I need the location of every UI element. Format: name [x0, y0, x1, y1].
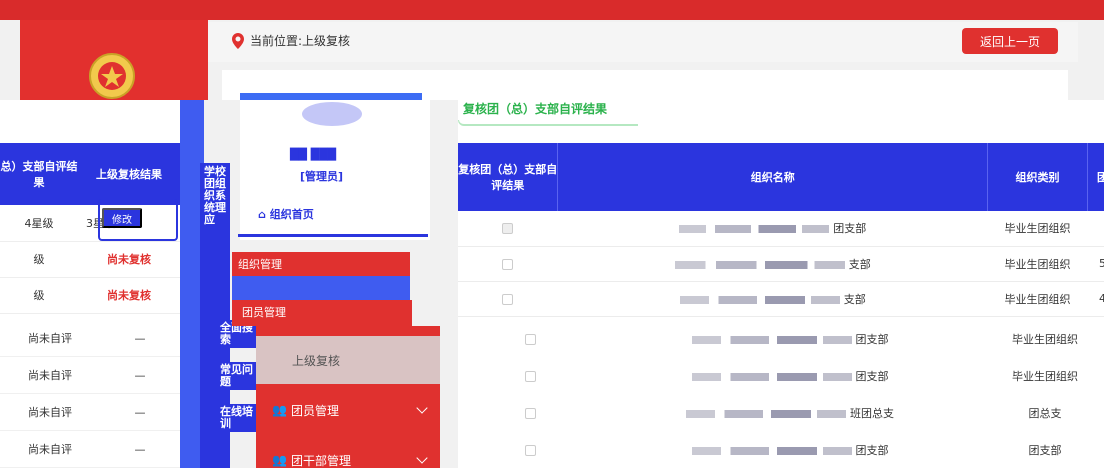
org-category: 毕业生团组织: [1012, 369, 1078, 383]
col-header-org-type: 组织类别: [987, 143, 1088, 211]
menu-item-cadres[interactable]: 👥 团干部管理: [256, 438, 440, 468]
blurred-name: [691, 446, 852, 455]
self-eval: 级: [0, 241, 78, 278]
table-row: 支部 毕业生团组织 4: [458, 281, 1104, 317]
row-checkbox[interactable]: [524, 333, 536, 345]
lower-table-rows: 团支部 毕业生团组织 团支部 毕业生团组织 班团总支 团总支 团支部 团支部: [470, 320, 1104, 468]
chevron-down-icon: [416, 402, 428, 414]
org-name: 团支部: [833, 222, 867, 236]
review-result: —: [134, 331, 146, 345]
org-name: 团支部: [855, 332, 889, 346]
blurred-name: [679, 295, 840, 304]
self-eval: 尚未自评: [28, 443, 72, 456]
row-checkbox[interactable]: [502, 223, 514, 235]
org-home-link[interactable]: ⌂ 组织首页: [258, 206, 314, 222]
table-row: 尚未自评 —: [0, 357, 180, 394]
table-row: 尚未自评 —: [0, 394, 180, 431]
org-home-label: 组织首页: [269, 208, 314, 221]
people-icon: 👥: [272, 453, 287, 467]
tab-review-results[interactable]: 复核团（总）支部自评结果: [463, 100, 607, 117]
org-name: 团支部: [855, 443, 889, 457]
blurred-name: [686, 409, 846, 418]
col-header-org-name: 组织名称: [557, 143, 989, 211]
table-row: 团支部 毕业生团组织: [470, 320, 1104, 357]
org-extra: 4: [1087, 281, 1104, 317]
col-header-review: 上级复核结果: [78, 143, 180, 205]
blurred-name: [691, 335, 852, 344]
top-bar: [0, 0, 1104, 20]
menu-item-current[interactable]: 上级复核: [256, 336, 440, 384]
breadcrumb: 当前位置:上级复核: [232, 32, 350, 49]
table-row: 级 尚未复核: [0, 241, 180, 278]
home-icon: ⌂: [258, 208, 270, 221]
edit-button[interactable]: 修改: [102, 208, 142, 228]
menu-item-label: 团员管理: [290, 403, 339, 418]
row-checkbox[interactable]: [502, 258, 514, 270]
blurred-name: [679, 225, 830, 234]
review-result: —: [134, 442, 146, 456]
blurred-name: [691, 372, 852, 381]
tab-underline: [458, 120, 638, 126]
review-result: —: [134, 405, 146, 419]
org-category: 毕业生团组织: [1012, 332, 1078, 346]
menu-item-member-manage[interactable]: 团员管理: [232, 300, 412, 326]
col-header-self-eval: 总）支部自评结果: [0, 143, 78, 205]
back-button[interactable]: 返回上一页: [962, 28, 1058, 54]
org-category: 毕业生团组织: [987, 246, 1088, 282]
self-eval: 尚未自评: [28, 406, 72, 419]
row-checkbox[interactable]: [524, 407, 536, 419]
side-shortcuts: 全面搜索 常见问题 在线培训: [218, 320, 258, 446]
shortcut-faq[interactable]: 常见问题: [218, 362, 258, 390]
row-checkbox[interactable]: [524, 444, 536, 456]
table-row: 尚未自评 —: [0, 320, 180, 357]
table-row: 级 尚未复核: [0, 277, 180, 314]
org-category: 毕业生团组织: [987, 211, 1088, 247]
org-category: 团支部: [1028, 443, 1062, 457]
table-row: 团支部 毕业生团组织: [470, 357, 1104, 394]
menu-item-org-manage[interactable]: 组织管理: [232, 252, 410, 276]
table-row: 支部 毕业生团组织 5: [458, 246, 1104, 282]
col-header-review: 复核团（总）支部自评结果: [458, 143, 559, 211]
review-result: —: [134, 368, 146, 382]
org-extra: 5: [1087, 246, 1104, 282]
people-icon: 👥: [272, 403, 287, 417]
account-panel-bar: [240, 93, 422, 100]
self-eval: 级: [0, 277, 78, 314]
org-name: 团支部: [855, 369, 889, 383]
self-eval: 尚未自评: [28, 332, 72, 345]
avatar: [302, 102, 362, 126]
col-header-more: 团: [1087, 143, 1104, 211]
table-row: 尚未自评 —: [0, 431, 180, 468]
menu-item-members[interactable]: 👥 团员管理: [256, 388, 440, 432]
breadcrumb-label: 当前位置:上级复核: [250, 34, 351, 48]
league-emblem-icon: [89, 53, 135, 99]
chevron-down-icon: [416, 452, 428, 464]
review-result: 尚未复核: [78, 241, 180, 278]
table-row: 班团总支 团总支: [470, 394, 1104, 431]
org-category: 团总支: [1028, 406, 1062, 420]
location-pin-icon: [232, 32, 244, 49]
self-eval: 尚未自评: [28, 369, 72, 382]
org-name: 支部: [848, 257, 871, 271]
org-name: 班团总支: [850, 406, 894, 420]
self-eval: 4星级: [0, 205, 78, 242]
org-name: 支部: [843, 292, 866, 306]
org-category: 毕业生团组织: [987, 281, 1088, 317]
account-role: [管理员]: [300, 170, 344, 183]
review-result: 尚未复核: [78, 277, 180, 314]
divider: [238, 234, 428, 237]
left-lower-rows: 尚未自评 — 尚未自评 — 尚未自评 — 尚未自评 —: [0, 320, 180, 468]
shortcut-training[interactable]: 在线培训: [218, 404, 258, 432]
menu-item-label: 团干部管理: [290, 453, 351, 468]
table-row: 团支部 团支部: [470, 431, 1104, 468]
system-title: 学校团组织系统理应: [204, 165, 226, 226]
blurred-name: [674, 260, 845, 269]
row-checkbox[interactable]: [502, 293, 514, 305]
org-table: 复核团（总）支部自评结果 组织名称 组织类别 团 团支部 毕业生团组织 支部 毕…: [458, 143, 1104, 317]
account-name: ██ ███: [290, 148, 337, 161]
table-row: 团支部 毕业生团组织: [458, 211, 1104, 247]
row-checkbox[interactable]: [524, 370, 536, 382]
